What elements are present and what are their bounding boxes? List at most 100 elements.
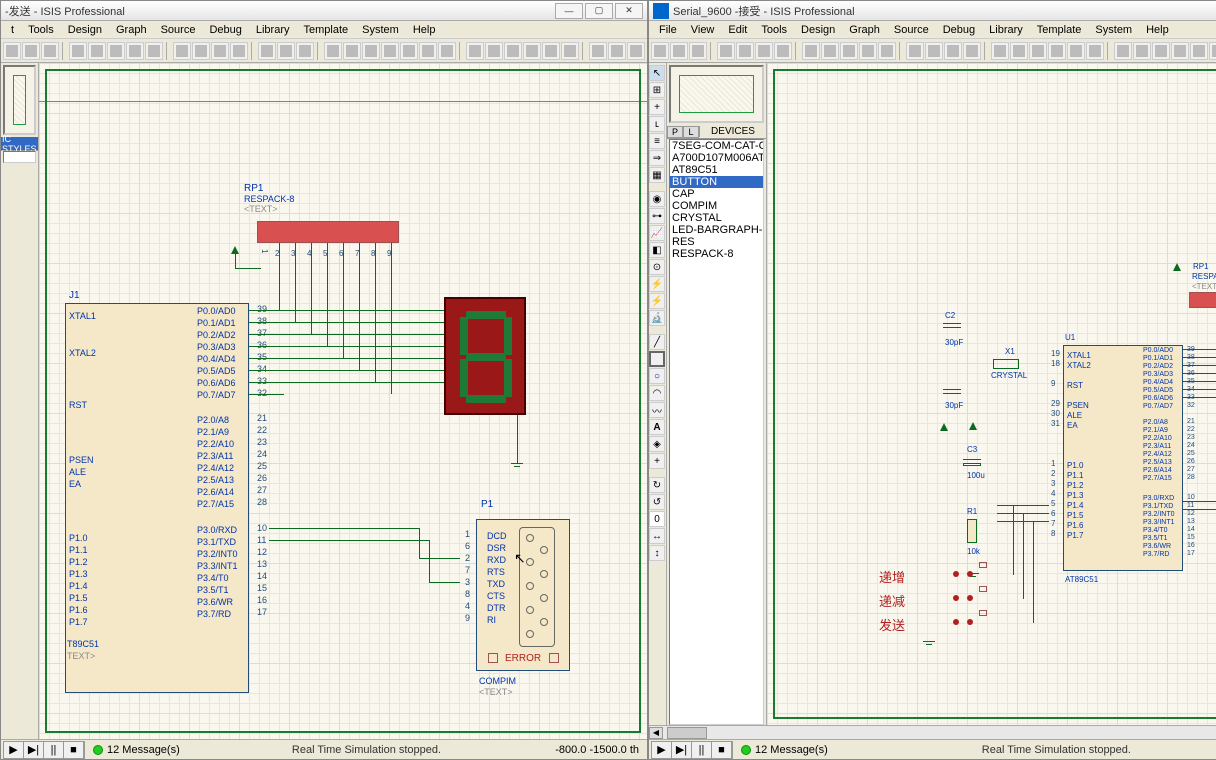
tool-pointer[interactable] (649, 65, 665, 81)
tb-btn[interactable] (362, 42, 380, 60)
tool-path[interactable]: 〰 (649, 402, 665, 418)
tb-btn[interactable] (22, 42, 40, 60)
tool-line[interactable] (649, 334, 665, 350)
maximize-button-left[interactable]: ▢ (585, 3, 613, 19)
tool-symbol[interactable]: ◈ (649, 436, 665, 452)
tb-btn[interactable] (343, 42, 361, 60)
push-button[interactable] (953, 570, 973, 578)
tb-btn[interactable] (438, 42, 456, 60)
tool-mirror-v[interactable]: ↕ (649, 545, 665, 561)
menu-template[interactable]: Template (1031, 23, 1088, 37)
tool-box[interactable] (649, 351, 665, 367)
tool-text[interactable] (649, 419, 665, 435)
tb-btn[interactable] (230, 42, 248, 60)
tool-wire-label[interactable]: ʟ (649, 116, 665, 132)
tb-btn[interactable] (69, 42, 87, 60)
titlebar-right[interactable]: Serial_9600 -接受 - ISIS Professional — ▢ (649, 1, 1216, 21)
tb-btn[interactable] (542, 42, 560, 60)
tb-btn[interactable] (840, 42, 858, 60)
device-item[interactable]: BUTTON (670, 176, 763, 188)
close-button-left[interactable]: ✕ (615, 3, 643, 19)
tb-btn[interactable] (963, 42, 981, 60)
overview-right[interactable] (669, 65, 764, 123)
tb-btn[interactable] (173, 42, 191, 60)
canvas-left[interactable]: RP1 RESPACK-8 <TEXT> 1 2 3 4 5 6 7 8 9 J… (39, 63, 647, 739)
rp1-body[interactable] (257, 221, 399, 243)
tb-btn[interactable] (561, 42, 579, 60)
sim-pause-button[interactable]: || (692, 742, 712, 758)
tb-btn[interactable] (1010, 42, 1028, 60)
menu-design[interactable]: Design (795, 23, 841, 37)
menu-template[interactable]: Template (297, 23, 354, 37)
device-list[interactable]: 7SEG-COM-CAT-GRNA700D107M006ATE018AT89C5… (669, 139, 764, 725)
pick-parts-button[interactable]: P (667, 126, 683, 138)
menu-graph[interactable]: Graph (843, 23, 886, 37)
sim-step-button[interactable]: ▶| (672, 742, 692, 758)
menu-source[interactable]: Source (888, 23, 935, 37)
menu-edit[interactable]: Edit (722, 23, 753, 37)
menu-system[interactable]: System (1089, 23, 1138, 37)
menu-library[interactable]: Library (250, 23, 296, 37)
tb-btn[interactable] (1048, 42, 1066, 60)
tool-marker[interactable]: + (649, 453, 665, 469)
tb-btn[interactable] (485, 42, 503, 60)
tb-btn[interactable] (802, 42, 820, 60)
scroll-left-button[interactable]: ◀ (649, 727, 663, 739)
push-button[interactable] (953, 618, 973, 626)
sim-stop-button[interactable]: ■ (64, 742, 84, 758)
overview-left[interactable] (3, 65, 36, 135)
tool-tape[interactable]: ◧ (649, 242, 665, 258)
push-button[interactable] (953, 594, 973, 602)
tool-instrument[interactable]: 🔬 (649, 310, 665, 326)
tool-circle[interactable] (649, 368, 665, 384)
tb-btn[interactable] (821, 42, 839, 60)
tool-bus[interactable]: ⇒ (649, 150, 665, 166)
device-item[interactable]: AT89C51 (670, 164, 763, 176)
scrollbar-h-right[interactable]: ◀ ▶ (649, 725, 1216, 739)
tb-btn[interactable] (670, 42, 688, 60)
tool-text-script[interactable]: ≡ (649, 133, 665, 149)
sim-stop-button[interactable]: ■ (712, 742, 732, 758)
tb-btn[interactable] (1171, 42, 1189, 60)
tb-btn[interactable] (1114, 42, 1132, 60)
sim-play-button[interactable]: ▶ (4, 742, 24, 758)
tb-btn[interactable] (1029, 42, 1047, 60)
tb-btn[interactable] (3, 42, 21, 60)
scroll-thumb[interactable] (667, 727, 707, 739)
tb-btn[interactable] (878, 42, 896, 60)
tool-subcircuit[interactable]: ▦ (649, 167, 665, 183)
menu-library[interactable]: Library (983, 23, 1029, 37)
tb-btn[interactable] (88, 42, 106, 60)
titlebar-left[interactable]: -发送 - ISIS Professional — ▢ ✕ (1, 1, 647, 21)
minimize-button-left[interactable]: — (555, 3, 583, 19)
tool-probe-v[interactable]: ⚡ (649, 276, 665, 292)
tool-terminal[interactable]: ◉ (649, 191, 665, 207)
tb-btn[interactable] (523, 42, 541, 60)
tb-btn[interactable] (1190, 42, 1208, 60)
device-item[interactable]: A700D107M006ATE018 (670, 152, 763, 164)
sim-play-button[interactable]: ▶ (652, 742, 672, 758)
styles-list[interactable] (3, 151, 36, 163)
tb-btn[interactable] (1209, 42, 1216, 60)
device-item[interactable]: 7SEG-COM-CAT-GRN (670, 140, 763, 152)
tb-btn[interactable] (466, 42, 484, 60)
tool-component[interactable]: ⊞ (649, 82, 665, 98)
device-item[interactable]: LED-BARGRAPH-GRN (670, 224, 763, 236)
tb-btn[interactable] (126, 42, 144, 60)
tb-btn[interactable] (504, 42, 522, 60)
tb-btn[interactable] (925, 42, 943, 60)
tb-btn[interactable] (277, 42, 295, 60)
menu-debug[interactable]: Debug (937, 23, 981, 37)
seven-seg-left[interactable] (444, 297, 526, 415)
menu-help[interactable]: Help (1140, 23, 1175, 37)
tool-probe-i[interactable]: ⚡ (649, 293, 665, 309)
rp1-body-r[interactable] (1189, 292, 1216, 308)
menu-tools[interactable]: Tools (22, 23, 60, 37)
tool-graph[interactable]: 📈 (649, 225, 665, 241)
sim-pause-button[interactable]: || (44, 742, 64, 758)
tb-btn[interactable] (296, 42, 314, 60)
tool-generator[interactable]: ⊙ (649, 259, 665, 275)
tool-rotate-ccw[interactable]: ↺ (649, 494, 665, 510)
tb-btn[interactable] (755, 42, 773, 60)
menu-design[interactable]: Design (62, 23, 108, 37)
